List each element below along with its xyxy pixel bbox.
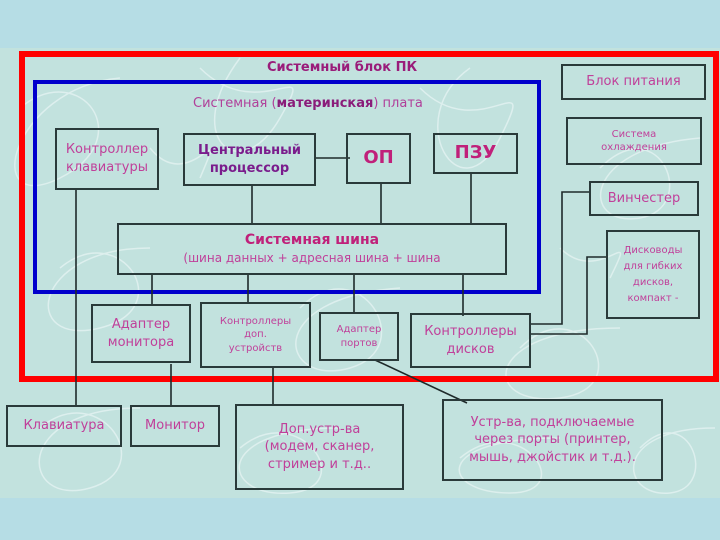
motherboard-title: Системная (материнская) плата — [193, 96, 423, 111]
hdd-block: Винчестер — [589, 181, 699, 216]
port-adapter-line-2: портов — [340, 337, 378, 349]
motherboard-title-suffix: ) плата — [373, 96, 423, 111]
port-devices-line-2: через порты (принтер, — [474, 432, 631, 448]
monitor-adapter-line-2: монитора — [107, 334, 175, 350]
keyboard-controller-block: Контроллер клавиатуры — [55, 128, 159, 190]
extra-controllers-block: Контроллеры доп. устройств — [200, 302, 311, 368]
system-unit-title: Системный блок ПК — [267, 60, 418, 75]
monitor-label: Монитор — [145, 418, 205, 434]
disk-controllers-line-1: Контроллеры — [424, 323, 517, 339]
cpu-line-1: Центральный — [197, 142, 302, 158]
cooling-line-1: Система — [611, 128, 657, 140]
monitor-adapter-line-1: Адаптер — [111, 316, 171, 332]
power-supply-label: Блок питания — [586, 74, 681, 90]
port-adapter-block: Адаптер портов — [319, 312, 399, 361]
ram-label: ОП — [363, 147, 394, 169]
cpu-line-2: процессор — [209, 160, 290, 176]
motherboard-title-bold: материнская — [276, 96, 374, 111]
port-devices-block: Устр-ва, подключаемые через порты (принт… — [442, 399, 663, 481]
monitor-block: Монитор — [130, 405, 220, 447]
system-bus-subtitle: (шина данных + адресная шина + шина — [183, 251, 441, 266]
rom-label: ПЗУ — [454, 142, 497, 164]
monitor-adapter-block: Адаптер монитора — [91, 304, 191, 363]
port-devices-line-3: мышь, джойстик и т.д.). — [469, 449, 636, 465]
extra-devices-line-1: Доп.устр-ва — [278, 421, 361, 437]
cooling-line-2: охлаждения — [601, 142, 667, 153]
extra-devices-block: Доп.устр-ва (модем, сканер, стример и т.… — [235, 404, 404, 490]
drives-line-2: для гибких — [623, 260, 683, 272]
keyboard-controller-line-1: Контроллер — [65, 142, 149, 158]
system-bus-block: Системная шина (шина данных + адресная ш… — [117, 223, 507, 275]
disk-controllers-block: Контроллеры дисков — [410, 313, 531, 368]
extra-controllers-line-2: доп. — [244, 329, 267, 341]
motherboard-title-prefix: Системная ( — [193, 96, 277, 111]
hdd-label: Винчестер — [607, 190, 681, 206]
keyboard-controller-line-2: клавиатуры — [66, 160, 148, 175]
extra-devices-line-2: (модем, сканер, — [264, 439, 375, 455]
extra-controllers-line-3: устройств — [228, 342, 283, 354]
keyboard-label: Клавиатура — [23, 418, 105, 434]
extra-devices-line-3: стример и т.д.. — [267, 456, 372, 472]
cpu-block: Центральный процессор — [183, 133, 316, 186]
extra-controllers-line-1: Контроллеры — [219, 315, 292, 327]
cooling-system-block: Система охлаждения — [566, 117, 702, 165]
drives-line-4: компакт - — [627, 292, 679, 304]
disk-controllers-line-2: дисков — [446, 341, 495, 357]
port-devices-line-1: Устр-ва, подключаемые — [470, 414, 635, 430]
system-bus-title: Системная шина — [244, 232, 380, 249]
port-adapter-line-1: Адаптер — [336, 324, 382, 335]
power-supply-block: Блок питания — [561, 64, 706, 100]
drives-block: Дисководы для гибких дисков, компакт - — [606, 230, 700, 319]
drives-line-1: Дисководы — [623, 244, 683, 256]
ram-block: ОП — [346, 133, 411, 184]
rom-block: ПЗУ — [433, 133, 518, 174]
drives-line-3: дисков, — [632, 276, 674, 288]
keyboard-block: Клавиатура — [6, 405, 122, 447]
